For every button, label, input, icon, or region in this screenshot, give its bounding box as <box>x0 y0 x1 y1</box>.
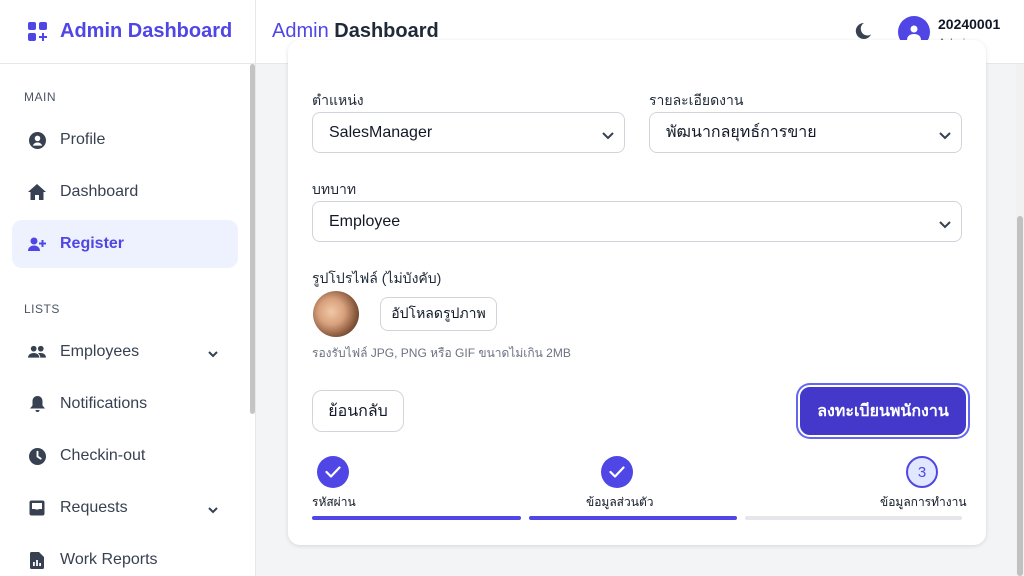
step-3-label: ข้อมูลการทำงาน <box>880 495 967 509</box>
position-select[interactable]: SalesManager <box>312 112 625 153</box>
brand[interactable]: Admin Dashboard <box>0 0 255 64</box>
back-button[interactable]: ย้อนกลับ <box>312 390 404 432</box>
sidebar: Admin Dashboard MAIN Profile Dashboard R… <box>0 0 256 576</box>
section-main-heading: MAIN <box>24 90 56 104</box>
chevron-down-icon <box>939 216 951 234</box>
step-2-progress <box>529 516 737 520</box>
chevron-down-icon[interactable] <box>208 345 218 363</box>
user-circle-icon <box>28 131 46 149</box>
step-1-progress <box>312 516 521 520</box>
sidebar-item-label: Checkin-out <box>60 447 146 464</box>
step-3-number: 3 <box>906 456 938 488</box>
sidebar-item-register[interactable]: Register <box>12 220 238 268</box>
page-title-accent: Admin <box>272 20 329 42</box>
sidebar-item-label: Work Reports <box>60 551 158 568</box>
sidebar-item-label: Profile <box>60 131 106 148</box>
user-id: 20240001 <box>938 16 1001 32</box>
chevron-down-icon <box>939 127 951 145</box>
sidebar-item-notifications[interactable]: Notifications <box>12 380 238 428</box>
upload-photo-button[interactable]: อัปโหลดรูปภาพ <box>380 297 497 331</box>
sidebar-scrollbar[interactable] <box>250 64 255 414</box>
step-1-check <box>317 456 349 488</box>
home-icon <box>28 183 46 201</box>
bell-icon <box>28 395 46 413</box>
sidebar-item-dashboard[interactable]: Dashboard <box>12 168 238 216</box>
profile-photo-label: รูปโปรไฟล์ (ไม่บังคับ) <box>312 270 442 286</box>
role-select[interactable]: Employee <box>312 201 962 242</box>
inbox-icon <box>28 499 46 517</box>
sidebar-item-checkin-out[interactable]: Checkin-out <box>12 432 238 480</box>
sidebar-item-label: Dashboard <box>60 183 139 200</box>
step-1-label: รหัสผ่าน <box>312 495 356 509</box>
page-title-rest: Dashboard <box>334 20 439 42</box>
user-icon <box>907 25 921 40</box>
role-label: บทบาท <box>312 181 357 197</box>
job-detail-select[interactable]: พัฒนากลยุทธ์การขาย <box>649 112 962 153</box>
profile-photo-preview <box>313 291 359 337</box>
dashboard-grid-icon <box>28 21 48 42</box>
job-detail-value: พัฒนากลยุทธ์การขาย <box>666 124 817 141</box>
upload-hint: รองรับไฟล์ JPG, PNG หรือ GIF ขนาดไม่เกิน… <box>312 346 571 360</box>
position-label: ตำแหน่ง <box>312 92 364 108</box>
clock-icon <box>28 447 46 465</box>
report-icon <box>28 551 46 569</box>
register-employee-button[interactable]: ลงทะเบียนพนักงาน <box>800 387 966 435</box>
sidebar-item-profile[interactable]: Profile <box>12 116 238 164</box>
sidebar-item-work-reports[interactable]: Work Reports <box>12 536 238 576</box>
chevron-down-icon[interactable] <box>208 501 218 519</box>
position-value: SalesManager <box>329 123 433 141</box>
sidebar-item-label: Requests <box>60 499 128 516</box>
section-lists-heading: LISTS <box>24 302 60 316</box>
sidebar-item-employees[interactable]: Employees <box>12 328 238 376</box>
step-2-label: ข้อมูลส่วนตัว <box>586 495 654 509</box>
step-3-progress <box>745 516 962 520</box>
brand-title: Admin Dashboard <box>60 20 233 42</box>
step-2-check <box>601 456 633 488</box>
step-3-number-text: 3 <box>917 463 927 481</box>
page-scrollbar[interactable] <box>1017 216 1023 576</box>
sidebar-item-label: Employees <box>60 343 140 360</box>
sidebar-item-requests[interactable]: Requests <box>12 484 238 532</box>
chevron-down-icon <box>602 127 614 145</box>
sidebar-item-label: Notifications <box>60 395 148 412</box>
users-icon <box>28 343 46 361</box>
check-icon <box>609 466 625 478</box>
user-plus-icon <box>28 235 46 253</box>
sidebar-item-label: Register <box>60 235 125 252</box>
job-detail-label: รายละเอียดงาน <box>649 92 744 108</box>
check-icon <box>325 466 341 478</box>
role-value: Employee <box>329 212 401 230</box>
